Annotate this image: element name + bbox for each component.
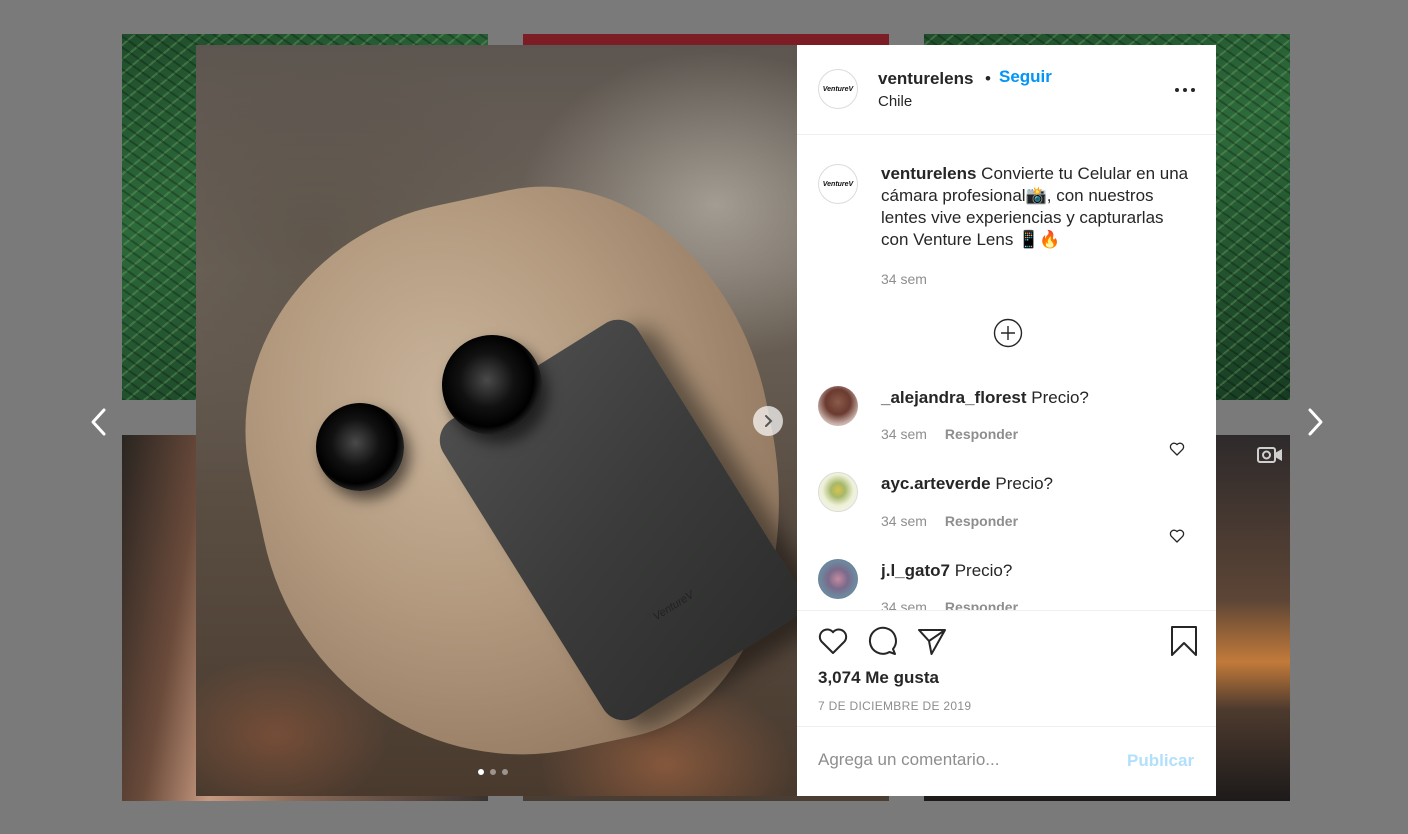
timestamp[interactable]: 34 sem xyxy=(881,513,927,529)
lens-shape xyxy=(442,335,542,435)
post-header: VentureV venturelens • Seguir Chile xyxy=(797,45,1216,135)
caption: venturelens Convierte tu Celular en una … xyxy=(881,163,1191,251)
reply-button[interactable]: Responder xyxy=(945,599,1018,610)
next-post-button[interactable] xyxy=(1300,404,1330,440)
comment-username[interactable]: ayc.arteverde xyxy=(881,474,991,493)
caption-time: 34 sem xyxy=(881,271,927,287)
more-icon xyxy=(1175,88,1195,92)
chevron-right-icon xyxy=(1308,408,1323,436)
avatar[interactable] xyxy=(818,559,858,599)
avatar[interactable]: VentureV xyxy=(818,164,858,204)
timestamp[interactable]: 34 sem xyxy=(881,426,927,442)
logo-text: VentureV xyxy=(822,85,854,93)
comment: j.l_gato7 Precio? xyxy=(881,561,1012,581)
comments-list[interactable]: VentureV venturelens Convierte tu Celula… xyxy=(797,136,1216,610)
chevron-right-icon xyxy=(765,415,773,427)
post-username-link[interactable]: venturelens xyxy=(878,69,973,89)
reply-button[interactable]: Responder xyxy=(945,426,1018,442)
avatar[interactable] xyxy=(818,386,858,426)
post-date[interactable]: 7 DE DICIEMBRE DE 2019 xyxy=(818,699,971,713)
comment-input[interactable] xyxy=(818,750,1098,770)
carousel-dot xyxy=(490,769,496,775)
comment-icon[interactable] xyxy=(866,625,898,657)
caption-username[interactable]: venturelens xyxy=(881,164,976,183)
comment-text: Precio? xyxy=(995,474,1054,493)
comment: _alejandra_florest Precio? xyxy=(881,388,1089,408)
share-icon[interactable] xyxy=(916,625,948,657)
logo-text: VentureV xyxy=(822,180,854,188)
location-link[interactable]: Chile xyxy=(878,93,912,110)
comment-text: Precio? xyxy=(1031,388,1089,407)
carousel-dot xyxy=(478,769,484,775)
add-circle-icon xyxy=(993,318,1023,348)
previous-post-button[interactable] xyxy=(84,404,114,440)
comment-meta: 34 sem Responder xyxy=(881,599,1018,610)
avatar[interactable] xyxy=(818,472,858,512)
action-bar: 3,074 Me gusta 7 DE DICIEMBRE DE 2019 xyxy=(797,610,1216,726)
post-panel: VentureV venturelens • Seguir Chile Vent… xyxy=(797,45,1216,796)
comment: ayc.arteverde Precio? xyxy=(881,474,1053,494)
comment-username[interactable]: j.l_gato7 xyxy=(881,561,950,580)
carousel-indicator xyxy=(478,769,508,775)
timestamp[interactable]: 34 sem xyxy=(881,599,927,610)
follow-button[interactable]: Seguir xyxy=(999,67,1052,87)
more-options-button[interactable] xyxy=(1173,78,1197,102)
separator-dot: • xyxy=(985,69,991,88)
bookmark-icon[interactable] xyxy=(1168,625,1200,657)
heart-icon[interactable] xyxy=(817,625,849,657)
comment-meta: 34 sem Responder xyxy=(881,513,1018,529)
heart-icon[interactable] xyxy=(1169,528,1185,544)
carousel-next-button[interactable] xyxy=(753,406,783,436)
lens-shape xyxy=(316,403,404,491)
comment-username[interactable]: _alejandra_florest xyxy=(881,388,1027,407)
comment-composer: Publicar xyxy=(797,726,1216,796)
video-icon xyxy=(1257,447,1282,463)
comment-meta: 34 sem Responder xyxy=(881,426,1018,442)
post-media[interactable]: VentureV xyxy=(196,45,797,796)
heart-icon[interactable] xyxy=(1169,441,1185,457)
timestamp[interactable]: 34 sem xyxy=(881,271,927,287)
carousel-dot xyxy=(502,769,508,775)
reply-button[interactable]: Responder xyxy=(945,513,1018,529)
post-comment-button[interactable]: Publicar xyxy=(1127,751,1194,771)
load-more-comments-button[interactable] xyxy=(993,318,1023,348)
likes-count[interactable]: 3,074 Me gusta xyxy=(818,668,939,688)
chevron-left-icon xyxy=(91,408,106,436)
comment-text: Precio? xyxy=(954,561,1013,580)
avatar[interactable]: VentureV xyxy=(818,69,858,109)
